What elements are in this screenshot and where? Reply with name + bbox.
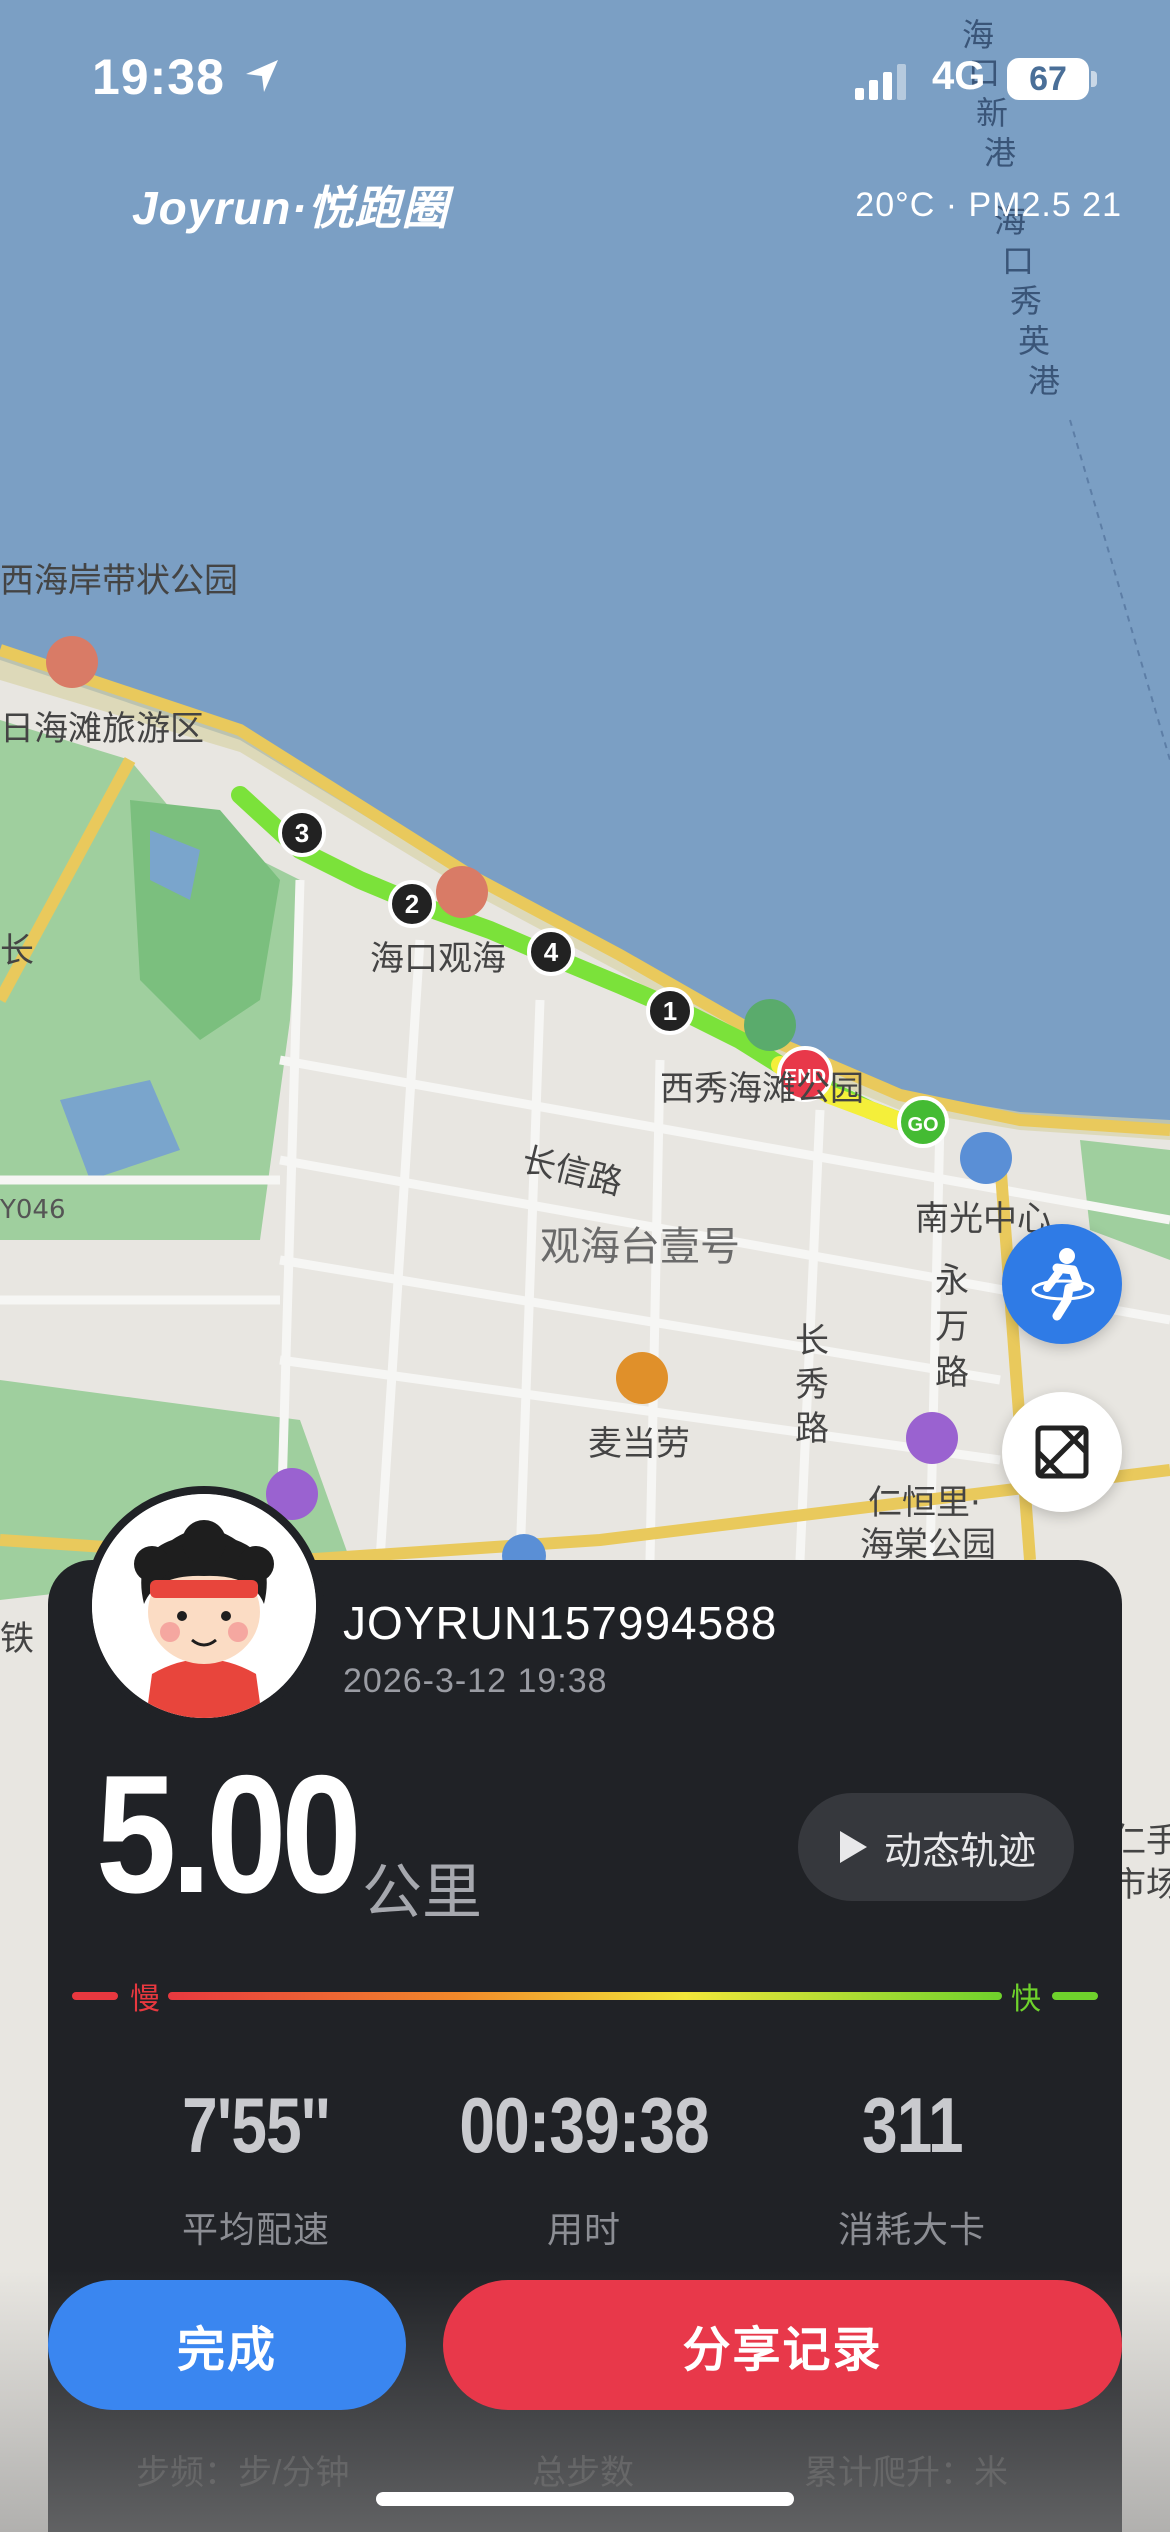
- network-type: 4G: [932, 54, 986, 98]
- battery-indicator: 67: [1007, 58, 1089, 100]
- svg-text:海口观海: 海口观海: [370, 939, 506, 979]
- pace-gradient-bar: [72, 1992, 1098, 2000]
- svg-text:观海台壹号: 观海台壹号: [540, 1224, 740, 1270]
- svg-text:港: 港: [1028, 362, 1060, 400]
- svg-text:3: 3: [295, 818, 309, 848]
- svg-text:GO: GO: [907, 1114, 938, 1136]
- distance-value: 5.00: [96, 1740, 362, 1928]
- svg-text:西海岸带状公园: 西海岸带状公园: [0, 561, 238, 601]
- cellular-signal-icon: [855, 64, 906, 100]
- stat-duration: 00:39:38 用时: [424, 2080, 744, 2253]
- svg-text:港: 港: [984, 134, 1016, 172]
- svg-text:路: 路: [935, 1353, 969, 1393]
- stat-label: 消耗大卡: [837, 2209, 986, 2250]
- run-datetime: 2026-3-12 19:38: [343, 1662, 608, 1700]
- route-playback-button[interactable]: 动态轨迹: [798, 1793, 1074, 1901]
- svg-text:Y046: Y046: [0, 1195, 66, 1225]
- user-avatar[interactable]: [84, 1486, 324, 1726]
- svg-text:麦当劳: 麦当劳: [588, 1424, 690, 1464]
- svg-text:西秀海滩公园: 西秀海滩公园: [660, 1069, 864, 1109]
- done-button[interactable]: 完成: [48, 2280, 406, 2410]
- map-toggle-icon: [1035, 1425, 1089, 1479]
- svg-text:英: 英: [1018, 322, 1050, 360]
- location-arrow-icon: [246, 60, 278, 92]
- svg-text:口: 口: [1002, 242, 1034, 280]
- svg-text:1: 1: [663, 996, 677, 1026]
- stat-value: 311: [861, 2081, 964, 2169]
- svg-text:日海滩旅游区: 日海滩旅游区: [0, 709, 204, 749]
- svg-text:路: 路: [795, 1409, 829, 1449]
- stat-steps-label: 总步数: [532, 2454, 634, 2492]
- play-icon: [839, 1831, 867, 1863]
- app-logo: Joyrun·悦跑圈: [132, 182, 449, 234]
- svg-text:秀: 秀: [795, 1365, 829, 1405]
- svg-text:长: 长: [795, 1321, 829, 1361]
- svg-text:秀: 秀: [1010, 282, 1042, 320]
- pace-fast-label: 快: [1011, 1983, 1041, 2016]
- svg-text:2: 2: [405, 889, 419, 919]
- stat-label: 用时: [546, 2209, 621, 2250]
- stat-cadence-label: 步频：步/分钟: [136, 2454, 350, 2492]
- svg-text:仁恒里·: 仁恒里·: [868, 1483, 981, 1523]
- stat-label: 平均配速: [181, 2209, 330, 2250]
- stat-value: 00:39:38: [459, 2081, 709, 2169]
- svg-text:4: 4: [544, 937, 559, 967]
- status-time: 19:38: [92, 49, 225, 105]
- avatar-illustration: [92, 1494, 316, 1718]
- svg-text:铁: 铁: [0, 1619, 34, 1659]
- stat-value: 7'55'': [182, 2081, 330, 2169]
- svg-text:长: 长: [0, 931, 34, 971]
- home-indicator[interactable]: [376, 2492, 794, 2506]
- map-layer-button[interactable]: [1002, 1392, 1122, 1512]
- playback-label: 动态轨迹: [883, 1830, 1036, 1873]
- status-bar: 19:38 4G 67: [0, 40, 1170, 120]
- svg-text:万: 万: [935, 1307, 969, 1347]
- stat-avg-pace: 7'55'' 平均配速: [96, 2080, 416, 2253]
- stat-climb-label: 累计爬升：米: [804, 2454, 1008, 2492]
- username: JOYRUN157994588: [343, 1597, 778, 1649]
- weather-info: 20°C · PM2.5 21: [855, 186, 1122, 224]
- share-record-button[interactable]: 分享记录: [443, 2280, 1122, 2410]
- svg-text:永: 永: [935, 1261, 969, 1301]
- svg-text:海棠公园: 海棠公园: [860, 1525, 996, 1565]
- distance-unit: 公里: [362, 1859, 482, 1926]
- stat-calories: 311 消耗大卡: [752, 2080, 1072, 2253]
- pace-slow-label: 慢: [130, 1983, 160, 2016]
- runner-icon: [1031, 1248, 1095, 1321]
- battery-tip-icon: [1091, 71, 1097, 87]
- running-mode-button[interactable]: [1002, 1224, 1122, 1344]
